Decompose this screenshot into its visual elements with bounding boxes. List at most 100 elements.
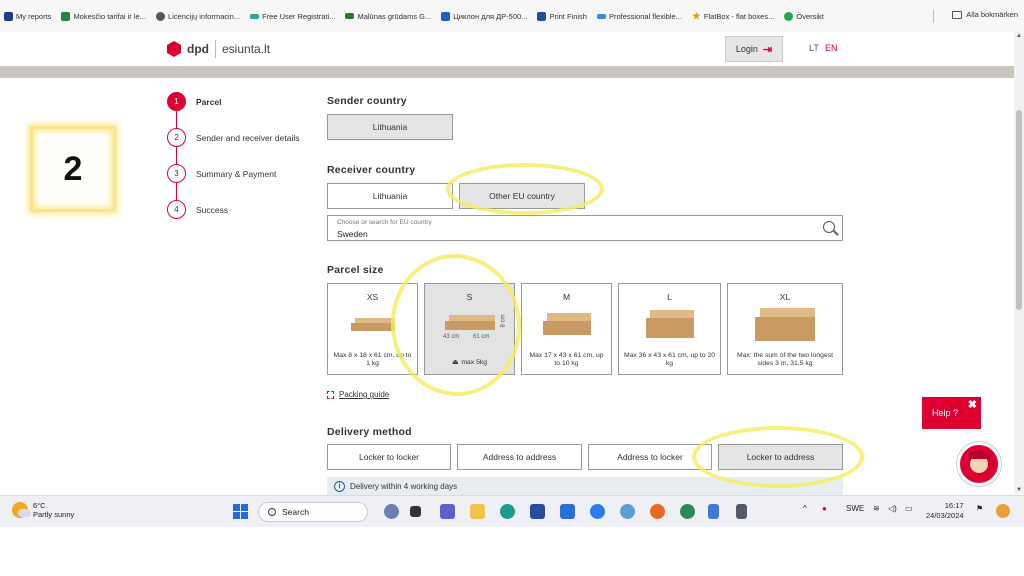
battery-icon[interactable]: ▭ xyxy=(905,504,913,513)
step-label: Sender and receiver details xyxy=(196,132,300,143)
system-clock[interactable]: 16:17 24/03/2024 xyxy=(926,501,964,521)
bookmark-print-finish[interactable]: Print Finish xyxy=(537,11,587,21)
delivery-info-text: Delivery within 4 working days xyxy=(350,481,458,491)
scroll-thumb[interactable] xyxy=(1016,110,1022,310)
wifi-icon[interactable]: ≋ xyxy=(873,504,880,513)
search-placeholder: Choose or search for EU country xyxy=(337,219,432,226)
taskbar-search[interactable]: Search xyxy=(258,502,368,522)
sheet-icon xyxy=(61,11,71,21)
notepad-icon[interactable] xyxy=(708,504,719,519)
weather-widget[interactable]: 6°C Partly sunny xyxy=(12,501,74,519)
bookmark-registration[interactable]: Free User Registrati... xyxy=(250,12,335,21)
bookmark-my-reports[interactable]: My reports xyxy=(4,11,51,21)
taskview-icon[interactable] xyxy=(410,506,421,517)
m-icon xyxy=(441,11,451,21)
bookmark-flatbox[interactable]: FlatBox - flat boxes... xyxy=(692,11,775,21)
copilot-icon[interactable] xyxy=(996,504,1010,518)
bookmark-label: Professional flexible... xyxy=(608,11,682,21)
dim-depth: 61 cm xyxy=(473,334,490,340)
eu-country-search-input[interactable]: Choose or search for EU country Sweden xyxy=(327,215,843,241)
lang-en-link[interactable]: EN xyxy=(825,43,838,53)
avatar-hat-icon xyxy=(968,451,990,459)
button-label: Other EU country xyxy=(489,191,555,201)
edge-icon[interactable] xyxy=(500,504,515,519)
size-description: Max: the sum of the two longest sides 3 … xyxy=(737,352,833,368)
login-button[interactable]: Login ⇥ xyxy=(725,36,783,62)
button-label: Locker to locker xyxy=(359,452,419,462)
step-annotation: 2 xyxy=(30,126,116,212)
paint-icon[interactable] xyxy=(620,504,635,519)
link-icon xyxy=(250,13,260,19)
bookmark-label: Licencijų informacin... xyxy=(167,11,241,21)
scroll-up-icon[interactable]: ▲ xyxy=(1016,33,1022,39)
calculator-icon[interactable] xyxy=(736,504,747,519)
chrome-profile-icon[interactable] xyxy=(650,504,665,519)
partly-sunny-icon xyxy=(12,502,31,518)
bookmark-label: FlatBox - flat boxes... xyxy=(703,11,775,21)
bookmark-flexible[interactable]: Professional flexible... xyxy=(596,11,682,21)
tray-app-icon[interactable]: ● xyxy=(822,504,827,513)
store-icon[interactable] xyxy=(560,504,575,519)
size-card-s[interactable]: S 43 cm 61 cm 8 cm ⏏ max 5kg xyxy=(424,283,515,375)
step-sender-receiver: 2 Sender and receiver details xyxy=(167,128,299,147)
bookmark-mill[interactable]: Malūnas grūdams G... xyxy=(345,12,431,21)
size-card-l[interactable]: L Max 36 x 43 x 61 cm, up to 20 kg xyxy=(618,283,721,375)
lang-lt-link[interactable]: LT xyxy=(809,43,819,53)
site-name: esiunta.lt xyxy=(222,42,271,56)
chat-avatar[interactable] xyxy=(957,442,1001,486)
delivery-locker-to-locker-button[interactable]: Locker to locker xyxy=(327,444,451,470)
windows-start-icon[interactable] xyxy=(233,504,248,519)
volume-icon[interactable]: ◁) xyxy=(888,504,897,513)
page-scrollbar[interactable]: ▲ ▼ xyxy=(1014,32,1024,494)
tray-chevron-icon[interactable]: ^ xyxy=(803,504,807,513)
close-icon[interactable]: ✖ xyxy=(968,398,977,411)
size-card-xl[interactable]: XL Max: the sum of the two longest sides… xyxy=(727,283,843,375)
scroll-down-icon[interactable]: ▼ xyxy=(1016,487,1022,493)
delivery-locker-to-address-button[interactable]: Locker to address xyxy=(718,444,843,470)
button-label: Address to locker xyxy=(617,452,683,462)
copilot-people-icon[interactable] xyxy=(384,504,399,519)
step-summary-payment: 3 Summary & Payment xyxy=(167,164,276,183)
all-bookmarks[interactable]: Alla bokmärken xyxy=(952,10,1018,19)
packing-guide-link[interactable]: Packing guide xyxy=(327,390,389,399)
info-icon: i xyxy=(334,480,345,492)
size-card-m[interactable]: M Max 17 x 43 x 61 cm, up to 10 kg xyxy=(521,283,612,375)
parcel-size-title: Parcel size xyxy=(327,264,384,276)
annotation-number: 2 xyxy=(63,149,83,188)
size-card-xs[interactable]: XS Max 8 x 18 x 61 cm, up to 1 kg xyxy=(327,283,418,375)
chrome-alt-icon[interactable] xyxy=(680,504,695,519)
file-explorer-icon[interactable] xyxy=(470,504,485,519)
sender-country-lithuania-button[interactable]: Lithuania xyxy=(327,114,453,140)
overview-icon xyxy=(784,11,794,21)
delivery-address-to-locker-button[interactable]: Address to locker xyxy=(588,444,712,470)
button-label: Lithuania xyxy=(372,122,408,132)
bookmark-licenses[interactable]: Licencijų informacin... xyxy=(155,11,241,21)
m-app-icon[interactable] xyxy=(530,504,545,519)
receiver-lithuania-button[interactable]: Lithuania xyxy=(327,183,453,209)
all-bookmarks-label: Alla bokmärken xyxy=(966,10,1018,19)
size-description: Max 36 x 43 x 61 cm, up to 20 kg xyxy=(623,352,716,368)
dpd-logo[interactable]: dpd esiunta.lt xyxy=(167,40,270,58)
keyboard-language[interactable]: SWE xyxy=(846,504,864,513)
button-label: Locker to address xyxy=(746,452,815,462)
bookmark-overview[interactable]: Översikt xyxy=(784,11,824,21)
clock-date: 24/03/2024 xyxy=(926,510,964,520)
weight-icon: ⏏ xyxy=(451,359,459,367)
search-icon xyxy=(268,508,276,516)
button-label: Address to address xyxy=(482,452,557,462)
receiver-other-eu-button[interactable]: Other EU country xyxy=(459,183,585,209)
bookmark-cyclone[interactable]: Циклон для ДР-500... xyxy=(441,11,527,21)
bookmark-tariffs[interactable]: Mokesčio tarifai ir le... xyxy=(61,11,146,21)
step-number: 1 xyxy=(167,92,186,111)
dim-height: 8 cm xyxy=(500,314,507,328)
delivery-method-title: Delivery method xyxy=(327,426,412,438)
help-button[interactable]: Help ? ✖ xyxy=(922,397,981,429)
notifications-icon[interactable]: ⚑ xyxy=(976,504,983,513)
temperature: 6°C xyxy=(33,501,46,510)
teams-icon[interactable] xyxy=(440,504,455,519)
chrome-icon[interactable] xyxy=(590,504,605,519)
search-icon[interactable] xyxy=(823,221,835,233)
logo-divider xyxy=(215,40,216,58)
size-description: Max 17 x 43 x 61 cm, up to 10 kg xyxy=(529,352,604,368)
delivery-address-to-address-button[interactable]: Address to address xyxy=(457,444,582,470)
